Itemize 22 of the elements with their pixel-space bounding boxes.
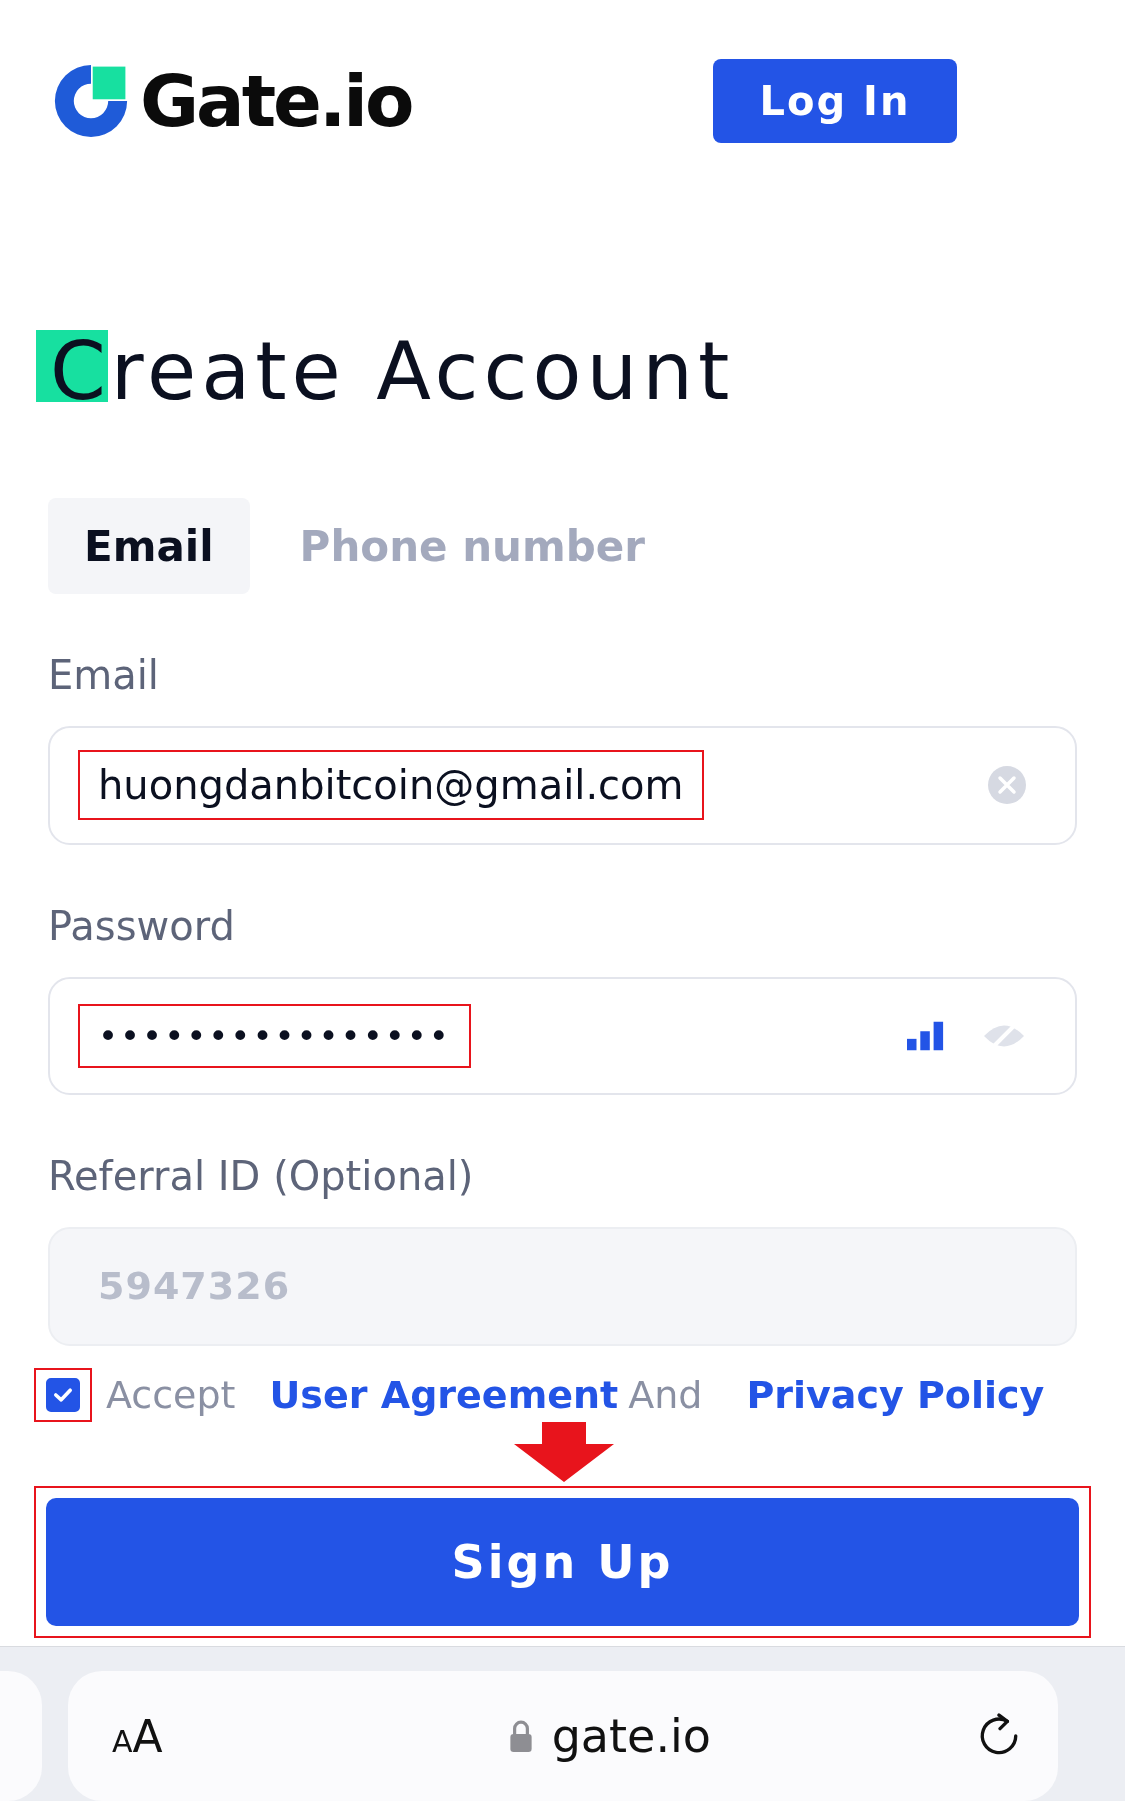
tab[interactable]: Email	[48, 498, 250, 594]
privacy-policy-link[interactable]: Privacy Policy	[746, 1372, 1045, 1417]
and-text: And	[628, 1372, 703, 1417]
clear-icon[interactable]	[987, 765, 1027, 806]
strength-icon	[907, 1020, 945, 1051]
field-label: Email	[48, 652, 160, 698]
login-button[interactable]: Log In	[713, 59, 957, 143]
sign-up-button[interactable]: Sign Up	[46, 1498, 1079, 1626]
input-field[interactable]: huongdanbitcoin@gmail.com	[48, 726, 1077, 845]
address-bar[interactable]: AA gate.io	[68, 1671, 1058, 1801]
url-text: gate.io	[551, 1709, 711, 1763]
field-label: Password	[48, 902, 236, 949]
annotation-frame: ••••••••••••••••	[78, 1003, 471, 1068]
text-size-button[interactable]: AA	[112, 1710, 163, 1762]
accept-text: Accept	[106, 1372, 236, 1417]
user-agreement-link[interactable]: User Agreement	[269, 1372, 619, 1417]
field-label: Referral ID (Optional)	[48, 1153, 475, 1199]
logo-text: Gate.io	[140, 59, 412, 143]
input-field[interactable]: ••••••••••••••••	[48, 976, 1077, 1095]
lock-icon	[507, 1719, 534, 1753]
annotation-frame: huongdanbitcoin@gmail.com	[78, 750, 704, 821]
checkbox[interactable]	[46, 1377, 80, 1412]
